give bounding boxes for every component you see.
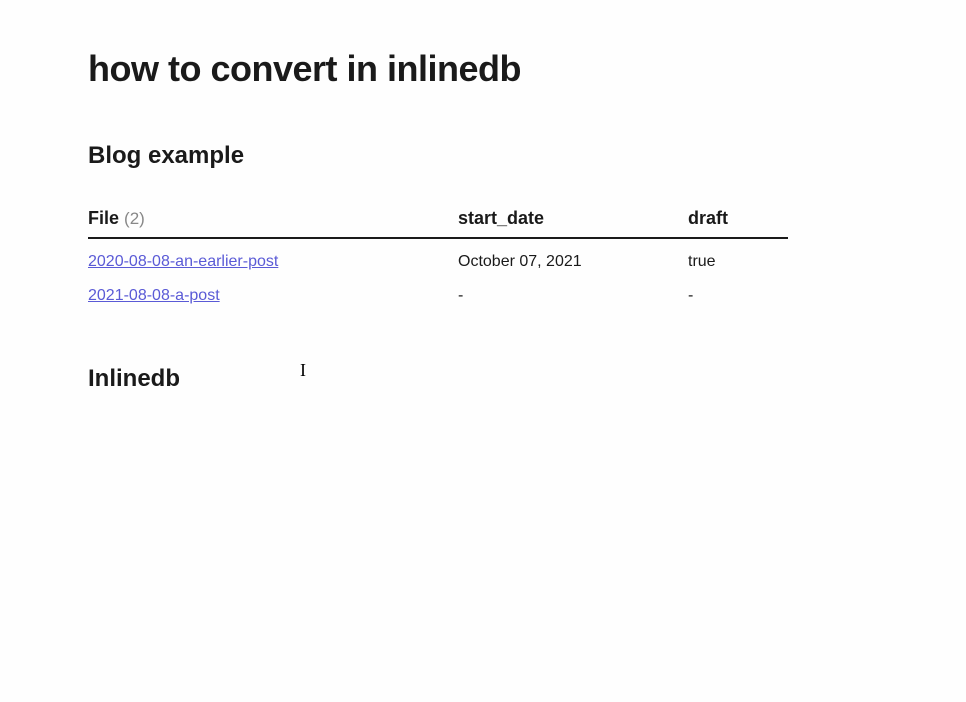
file-link[interactable]: 2020-08-08-an-earlier-post — [88, 253, 278, 270]
blog-example-table: File (2) start_date draft 2020-08-08-an-… — [88, 208, 878, 309]
column-header-file-label: File — [88, 208, 119, 228]
column-header-file-count: (2) — [124, 209, 145, 228]
column-header-start-date[interactable]: start_date — [458, 208, 688, 238]
cell-start-date: October 07, 2021 — [458, 238, 688, 275]
table-row: 2020-08-08-an-earlier-post October 07, 2… — [88, 238, 788, 275]
file-link[interactable]: 2021-08-08-a-post — [88, 287, 220, 304]
section-heading-blog-example: Blog example — [88, 142, 878, 170]
table-row: 2021-08-08-a-post - - — [88, 275, 788, 309]
column-header-file[interactable]: File (2) — [88, 208, 458, 238]
column-header-draft[interactable]: draft — [688, 208, 788, 238]
cell-draft: true — [688, 238, 788, 275]
section-heading-inlinedb: Inlinedb — [88, 365, 878, 393]
cell-draft: - — [688, 275, 788, 309]
text-cursor-icon: I — [300, 360, 306, 381]
cell-start-date: - — [458, 275, 688, 309]
page-title: how to convert in inlinedb — [88, 48, 878, 90]
